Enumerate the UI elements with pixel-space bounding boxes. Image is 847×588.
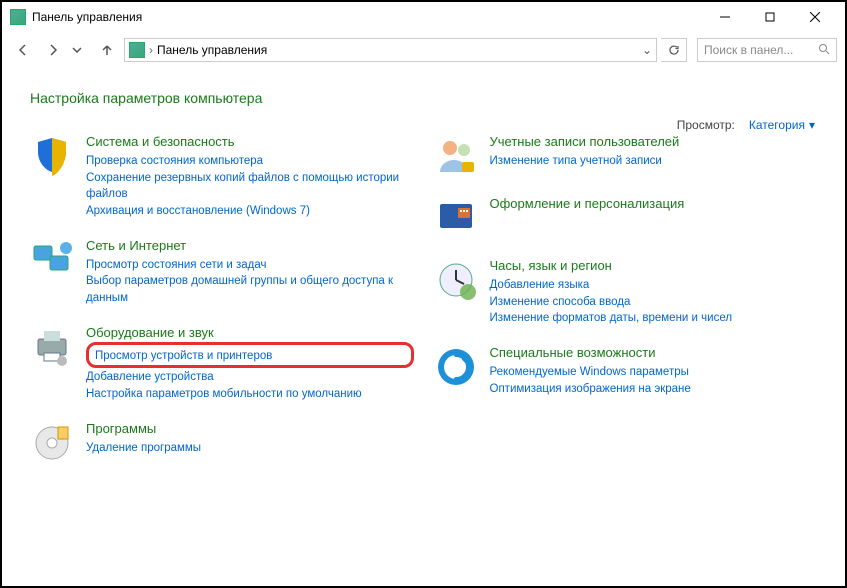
category-hardware-sound: Оборудование и звук Просмотр устройств и…	[30, 325, 414, 403]
minimize-button[interactable]	[702, 3, 747, 31]
task-link[interactable]: Рекомендуемые Windows параметры	[490, 364, 818, 381]
right-column: Учетные записи пользователей Изменение т…	[434, 134, 818, 465]
refresh-button[interactable]	[661, 38, 687, 62]
category-clock-language: Часы, язык и регион Добавление языка Изм…	[434, 258, 818, 327]
chevron-down-icon: ▾	[809, 118, 815, 132]
search-input[interactable]: Поиск в панел...	[697, 38, 837, 62]
printer-icon	[30, 325, 74, 369]
category-title[interactable]: Оборудование и звук	[86, 325, 414, 340]
category-network: Сеть и Интернет Просмотр состояния сети …	[30, 238, 414, 307]
task-link[interactable]: Архивация и восстановление (Windows 7)	[86, 203, 414, 220]
category-accessibility: Специальные возможности Рекомендуемые Wi…	[434, 345, 818, 397]
navbar: › Панель управления ⌄ Поиск в панел...	[2, 32, 845, 68]
highlighted-link: Просмотр устройств и принтеров	[86, 342, 414, 369]
task-link-devices-printers[interactable]: Просмотр устройств и принтеров	[95, 350, 272, 362]
task-link[interactable]: Добавление языка	[490, 277, 818, 294]
task-link[interactable]: Оптимизация изображения на экране	[490, 381, 818, 398]
maximize-button[interactable]	[747, 3, 792, 31]
category-title[interactable]: Часы, язык и регион	[490, 258, 818, 273]
titlebar: Панель управления	[2, 2, 845, 32]
task-link[interactable]: Изменение способа ввода	[490, 294, 818, 311]
category-title[interactable]: Учетные записи пользователей	[490, 134, 818, 149]
task-link[interactable]: Изменение типа учетной записи	[490, 153, 818, 170]
category-appearance: Оформление и персонализация	[434, 196, 818, 240]
control-panel-icon	[129, 42, 145, 58]
category-system-security: Система и безопасность Проверка состояни…	[30, 134, 414, 220]
close-button[interactable]	[792, 3, 837, 31]
accessibility-icon	[434, 345, 478, 389]
up-button[interactable]	[94, 37, 120, 63]
search-icon	[818, 43, 830, 58]
categories: Система и безопасность Проверка состояни…	[30, 134, 817, 465]
shield-icon	[30, 134, 74, 178]
task-link[interactable]: Настройка параметров мобильности по умол…	[86, 386, 414, 403]
category-title[interactable]: Система и безопасность	[86, 134, 414, 149]
path-segment[interactable]: Панель управления	[157, 43, 267, 57]
personalization-icon	[434, 196, 478, 240]
category-programs: Программы Удаление программы	[30, 421, 414, 465]
task-link[interactable]: Просмотр состояния сети и задач	[86, 257, 414, 274]
clock-icon	[434, 258, 478, 302]
address-bar[interactable]: › Панель управления ⌄	[124, 38, 657, 62]
programs-icon	[30, 421, 74, 465]
page-title: Настройка параметров компьютера	[30, 90, 817, 106]
recent-button[interactable]	[64, 37, 90, 63]
task-link[interactable]: Удаление программы	[86, 440, 414, 457]
chevron-down-icon[interactable]: ⌄	[642, 43, 652, 57]
control-panel-icon	[10, 9, 26, 25]
category-title[interactable]: Оформление и персонализация	[490, 196, 818, 211]
window-title: Панель управления	[32, 10, 702, 24]
view-dropdown[interactable]: Категория▾	[749, 118, 815, 132]
task-link[interactable]: Добавление устройства	[86, 369, 414, 386]
forward-button[interactable]	[40, 37, 66, 63]
back-button[interactable]	[10, 37, 36, 63]
category-title[interactable]: Программы	[86, 421, 414, 436]
view-selector: Просмотр: Категория▾	[677, 118, 815, 132]
view-label: Просмотр:	[677, 118, 735, 132]
users-icon	[434, 134, 478, 178]
window-buttons	[702, 3, 837, 31]
task-link[interactable]: Выбор параметров домашней группы и общег…	[86, 273, 414, 306]
content-area: Настройка параметров компьютера Просмотр…	[2, 68, 845, 487]
search-placeholder: Поиск в панел...	[704, 43, 793, 57]
category-title[interactable]: Сеть и Интернет	[86, 238, 414, 253]
category-user-accounts: Учетные записи пользователей Изменение т…	[434, 134, 818, 178]
network-icon	[30, 238, 74, 282]
task-link[interactable]: Изменение форматов даты, времени и чисел	[490, 310, 818, 327]
chevron-right-icon: ›	[149, 43, 153, 57]
left-column: Система и безопасность Проверка состояни…	[30, 134, 414, 465]
task-link[interactable]: Проверка состояния компьютера	[86, 153, 414, 170]
category-title[interactable]: Специальные возможности	[490, 345, 818, 360]
task-link[interactable]: Сохранение резервных копий файлов с помо…	[86, 170, 414, 203]
